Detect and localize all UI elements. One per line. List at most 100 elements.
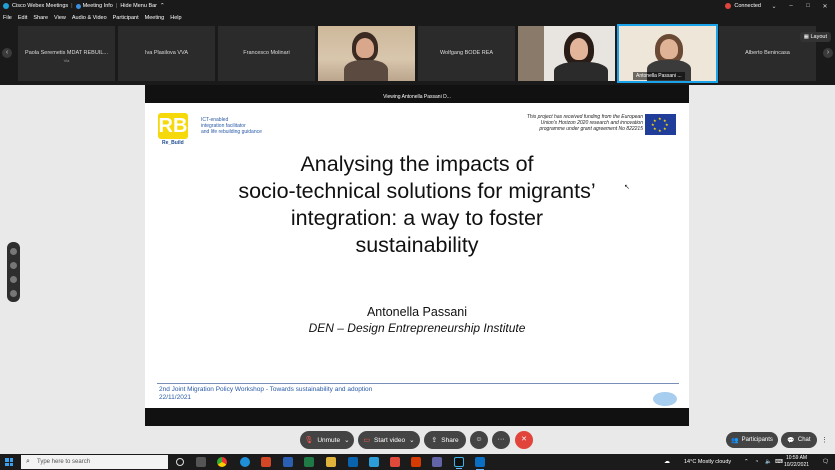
chevron-down-icon[interactable]: ⌄ [409,436,414,444]
menu-participant[interactable]: Participant [113,15,139,21]
volume-icon[interactable]: 🔈 [765,454,772,470]
reactions-button[interactable]: ☺ [470,431,488,449]
weather-widget[interactable]: 14°C Mostly cloudy [684,454,731,470]
clock-date: 10/22/2021 [784,462,810,468]
participants-label: Participants [741,437,773,443]
pen-icon[interactable] [10,248,17,255]
zoom-out-icon[interactable] [10,290,17,297]
participant-tile[interactable]: Francesco Molinari [218,26,315,81]
participant-face [570,38,588,60]
unmute-button[interactable]: 🎙 Unmute ⌄ [300,431,354,449]
chevron-up-icon[interactable]: ⌃ [160,3,165,9]
rebuild-tagline: ICT-enabled integration facilitator and … [201,117,262,135]
viewing-banner[interactable]: Viewing Antonella Passani D... [374,92,460,102]
eraser-icon[interactable] [10,262,17,269]
participant-name: Wolfgang BODE REA [439,50,494,56]
meeting-info-button[interactable]: Meeting Info [83,3,113,9]
participant-strip: ‹ Paola Seremetis MDAT REBUIL... Via Iva… [0,24,835,85]
info-icon[interactable] [75,3,81,9]
teams-icon[interactable] [432,457,442,467]
close-button[interactable]: ✕ [818,3,832,10]
workshop-name: 2nd Joint Migration Policy Workshop - To… [159,386,373,393]
slide-title-line: sustainability [355,233,479,257]
task-view-icon[interactable] [196,457,206,467]
taskbar-search-input[interactable]: ⌕ Type here to search [21,455,168,469]
participant-tile[interactable]: Wolfgang BODE REA [418,26,515,81]
maximize-button[interactable]: □ [801,3,815,9]
notifications-icon[interactable]: 🗨 [822,454,829,470]
share-button[interactable]: ⇪ Share [424,431,466,449]
participants-panel-button[interactable]: 👥 Participants [726,432,778,448]
participant-video-tile[interactable] [318,26,415,81]
language-icon[interactable]: ⌨ [775,454,783,470]
slide-title: Analysing the impacts of socio-technical… [215,151,619,259]
leave-meeting-button[interactable]: ✕ [515,431,533,449]
connection-status: Connected [734,3,761,9]
app-icon[interactable] [369,457,379,467]
connection-status-icon [725,3,732,9]
participant-name-tag: Antonella Passani ... [633,72,685,80]
weather-icon[interactable]: ☁ [664,454,670,470]
chrome-icon[interactable] [217,457,227,467]
eu-flag-icon: ★ ★ ★ ★ ★ ★ ★ ★ [645,114,676,135]
more-panels-icon[interactable]: ⋮ [821,436,828,444]
app-icon[interactable] [390,457,400,467]
participant-face [356,38,374,58]
taskbar-clock[interactable]: 10:59 AM 10/22/2021 [784,455,809,469]
share-label: Share [441,436,459,444]
powerpoint-icon[interactable] [261,457,271,467]
start-video-button[interactable]: ▭ Start video ⌄ [358,431,420,449]
slide-title-line: Analysing the impacts of [300,152,534,176]
more-options-button[interactable]: ··· [492,431,510,449]
shared-slide: RB Re_Build ICT-enabled integration faci… [145,103,689,408]
participant-video-tile[interactable] [518,26,615,81]
menu-audio-video[interactable]: Audio & Video [72,15,107,21]
app-icon[interactable] [475,457,485,470]
menu-bar: File Edit Share View Audio & Video Parti… [0,12,835,24]
footer-logo-icon [653,392,677,406]
tagline-line: and life rebuilding guidance [201,129,262,135]
menu-file[interactable]: File [3,15,12,21]
outlook-icon[interactable] [348,457,358,467]
menu-share[interactable]: Share [33,15,48,21]
webex-taskbar-icon[interactable] [454,457,464,469]
menu-help[interactable]: Help [170,15,181,21]
participant-video-tile-active[interactable]: Antonella Passani ... [617,24,718,83]
share-footer [145,408,689,426]
network-icon[interactable]: ◔ [755,454,758,470]
title-bar-right: Connected ⌄ – □ ✕ [725,0,835,12]
menu-edit[interactable]: Edit [18,15,27,21]
rebuild-logo-caption: Re_Build [162,140,184,146]
participant-sub: Via [63,58,70,63]
menu-meeting[interactable]: Meeting [145,15,165,21]
slide-title-line: socio-technical solutions for migrants’ [238,179,596,203]
chat-icon: 💬 [787,437,795,444]
edge-icon[interactable] [240,457,250,467]
layout-button[interactable]: ▦ Layout [799,32,831,42]
menu-view[interactable]: View [54,15,66,21]
title-separator: | [71,3,73,9]
strip-prev-button[interactable]: ‹ [2,48,12,58]
chevron-down-icon[interactable]: ⌄ [344,436,349,444]
connection-dropdown-icon[interactable]: ⌄ [767,3,781,10]
participant-tile[interactable]: Iva Plasilova VVA [118,26,215,81]
cortana-icon[interactable] [176,458,184,466]
strip-next-button[interactable]: › [823,48,833,58]
participant-tile[interactable]: Paola Seremetis MDAT REBUIL... Via [18,26,115,81]
start-video-label: Start video [374,436,406,444]
minimize-button[interactable]: – [784,3,798,9]
windows-start-icon[interactable] [5,458,13,466]
excel-icon[interactable] [304,457,314,467]
microphone-muted-icon: 🎙 [304,437,314,444]
file-explorer-icon[interactable] [326,457,336,467]
participant-body [344,60,388,81]
zoom-in-icon[interactable] [10,276,17,283]
participant-body [554,62,608,81]
chat-panel-button[interactable]: 💬 Chat [781,432,817,448]
meeting-controls: 🎙 Unmute ⌄ ▭ Start video ⌄ ⇪ Share ☺ ···… [0,426,835,454]
tray-chevron-icon[interactable]: ⌃ [744,454,749,470]
hide-menu-bar-button[interactable]: Hide Menu Bar [120,3,157,9]
office-icon[interactable] [411,457,421,467]
share-icon: ⇪ [431,437,438,444]
word-icon[interactable] [283,457,293,467]
